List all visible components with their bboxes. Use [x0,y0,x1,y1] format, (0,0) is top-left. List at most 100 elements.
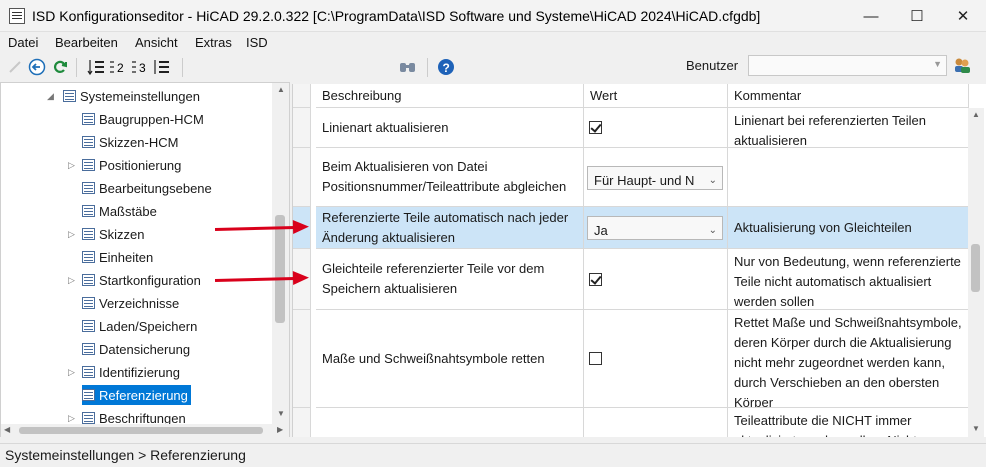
pencil-icon[interactable] [5,57,25,77]
tree-item-datensicherung[interactable]: Datensicherung [82,339,190,359]
scroll-up-icon[interactable]: ▲ [972,110,980,119]
value-cell[interactable] [584,108,728,148]
description-cell-text: Referenzierte Teile automatisch nach jed… [322,209,569,245]
tree-item-referenzierung[interactable]: Referenzierung [82,385,191,405]
menu-ansicht[interactable]: Ansicht [135,35,178,50]
settings-grid: Beschreibung Wert Kommentar Linienart ak… [292,84,986,437]
value-cell[interactable] [584,249,728,310]
settings-table-icon [82,412,95,424]
refresh-icon[interactable] [50,57,70,77]
row-header[interactable] [293,108,311,148]
description-cell-text: Linienart aktualisieren [322,119,449,135]
chevron-down-icon: ⌄ [708,225,717,236]
tree-item-label: Baugruppen-HCM [99,111,204,127]
comment-cell-text: Rettet Maße und Schweißnahtsymbole, dere… [734,315,962,408]
row-header[interactable] [293,310,311,408]
tree-horizontal-scrollbar[interactable]: ◀ ▶ [1,424,289,437]
tree-item-laden-speichern[interactable]: Laden/Speichern [82,316,197,336]
maximize-button[interactable]: ☐ [894,0,940,32]
status-path: Systemeinstellungen > Referenzierung [5,447,246,463]
menu-datei[interactable]: Datei [8,35,38,50]
tree-item-systemeinstellungen[interactable]: Systemeinstellungen [63,86,200,106]
collapsed-chevron-icon[interactable]: ▷ [68,367,75,378]
users-icon[interactable] [953,56,971,74]
collapsed-chevron-icon[interactable]: ▷ [68,275,75,286]
tree-vertical-scrollbar[interactable]: ▲ ▼ [272,83,289,424]
tree-item-skizzen-hcm[interactable]: Skizzen-HCM [82,132,178,152]
chevron-down-icon: ▼ [933,59,942,69]
expanded-chevron-icon[interactable]: ◢ [47,91,54,102]
column-header-beschreibung[interactable]: Beschreibung [316,84,584,108]
value-cell[interactable]: Für Haupt- und N ⌄ [584,148,728,207]
settings-table-icon [82,366,95,378]
scroll-down-icon[interactable]: ▼ [972,424,980,433]
row-header[interactable] [293,408,311,437]
comment-cell-text: Teileattribute die NICHT immer aktualisi… [734,413,917,437]
menu-extras[interactable]: Extras [195,35,232,50]
close-button[interactable]: ✕ [940,0,986,32]
tree-hscroll-thumb[interactable] [19,427,263,434]
column-header-kommentar[interactable]: Kommentar [728,84,969,108]
svg-text:2: 2 [117,61,124,75]
settings-table-icon [82,343,95,355]
benutzer-select[interactable]: ▼ [748,55,947,76]
back-icon[interactable] [27,57,47,77]
value-combobox[interactable]: Ja ⌄ [587,216,723,240]
value-checkbox[interactable] [589,273,602,286]
grid-vertical-scrollbar[interactable]: ▲ ▼ [968,108,984,437]
tree-scroll-thumb[interactable] [275,215,285,323]
value-cell[interactable] [584,408,728,437]
tree-item-identifizierung[interactable]: Identifizierung [82,362,180,382]
value-checkbox[interactable] [589,352,602,365]
tree-item-label: Maßstäbe [99,203,157,219]
value-cell[interactable]: Ja ⌄ [584,207,728,249]
scroll-down-icon[interactable]: ▼ [277,409,285,418]
settings-table-icon [63,90,76,102]
settings-table-icon [82,297,95,309]
tree-item-label: Identifizierung [99,364,180,380]
comment-cell: Rettet Maße und Schweißnahtsymbole, dere… [728,310,969,408]
tree-item-maßstäbe[interactable]: Maßstäbe [82,201,157,221]
list-3-icon[interactable]: 3 [130,57,150,77]
help-icon[interactable]: ? [436,57,456,77]
tree-view[interactable]: ◢ Systemeinstellungen Baugruppen-HCM Skiz… [0,82,290,437]
tree-item-label: Referenzierung [99,387,188,403]
comment-cell: Aktualisierung von Gleichteilen [728,207,969,249]
svg-text:?: ? [443,61,450,75]
collapsed-chevron-icon[interactable]: ▷ [68,160,75,171]
row-header[interactable] [293,148,311,207]
value-combobox[interactable]: Für Haupt- und N ⌄ [587,166,723,190]
tree-item-skizzen[interactable]: Skizzen [82,224,145,244]
tree-item-bearbeitungsebene[interactable]: Bearbeitungsebene [82,178,212,198]
settings-table-icon [82,205,95,217]
tree-item-positionierung[interactable]: Positionierung [82,155,181,175]
column-header-wert[interactable]: Wert [584,84,728,108]
tree-item-baugruppen-hcm[interactable]: Baugruppen-HCM [82,109,204,129]
scroll-up-icon[interactable]: ▲ [277,85,285,94]
settings-table-icon [82,320,95,332]
filter-list-icon[interactable] [152,57,172,77]
tree-item-startkonfiguration[interactable]: Startkonfiguration [82,270,201,290]
grid-scroll-thumb[interactable] [971,244,980,292]
settings-table-icon [82,182,95,194]
svg-text:3: 3 [139,61,146,75]
combobox-value: Ja [594,223,608,238]
tree-item-label: Einheiten [99,249,154,265]
scroll-left-icon[interactable]: ◀ [4,425,10,434]
tree-item-einheiten[interactable]: Einheiten [82,247,153,267]
tree-item-label: Laden/Speichern [99,318,198,334]
collapsed-chevron-icon[interactable]: ▷ [68,413,75,424]
scroll-right-icon[interactable]: ▶ [277,425,283,434]
find-icon[interactable] [398,57,418,77]
description-cell-text: Beim Aktualisieren von Datei Positionsnu… [322,159,567,194]
value-cell[interactable] [584,310,728,408]
collapsed-chevron-icon[interactable]: ▷ [68,229,75,240]
list-2-icon[interactable]: 2 [108,57,128,77]
minimize-button[interactable]: — [848,0,894,32]
menu-isd[interactable]: ISD [246,35,268,50]
menu-bearbeiten[interactable]: Bearbeiten [55,35,118,50]
value-checkbox[interactable] [589,121,602,134]
toolbar-separator [182,58,183,77]
tree-item-verzeichnisse[interactable]: Verzeichnisse [82,293,179,313]
sort-icon[interactable] [86,57,106,77]
